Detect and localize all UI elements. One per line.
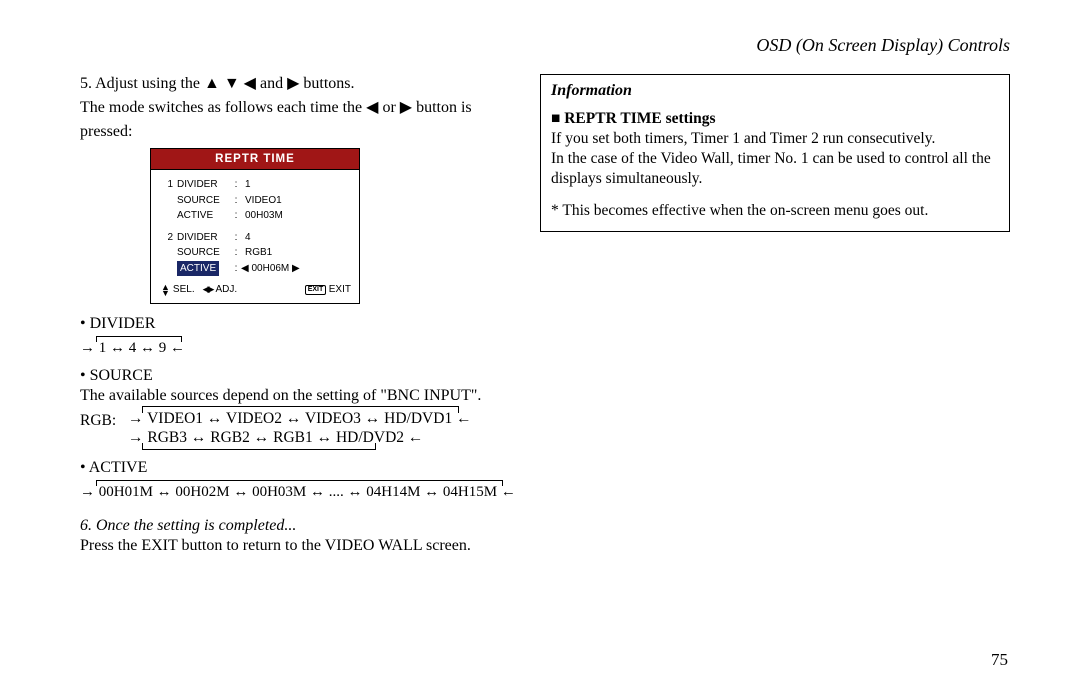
step5-line3: pressed: [80,122,520,142]
osd-row-1: 1 DIVIDER : 1 [159,177,351,193]
active-cycle: → 00H01M ↔ 00H02M ↔ 00H03M ↔ .... ↔ 04H1… [80,480,520,502]
osd-footer: SEL. ◀▶ADJ. EXITEXIT [159,282,351,298]
divider-heading: • DIVIDER [80,314,520,334]
osd-row-3: ACTIVE : 00H03M [159,208,351,224]
info-p2: In the case of the Video Wall, timer No.… [551,149,999,189]
active-heading: • ACTIVE [80,458,520,478]
osd-row-4: 2 DIVIDER : 4 [159,230,351,246]
exit-icon: EXIT [305,285,326,295]
osd-body: 1 DIVIDER : 1 SOURCE : VIDEO1 ACTIVE [150,169,360,304]
leftright-icon: ◀▶ [203,283,213,297]
info-p1: If you set both timers, Timer 1 and Time… [551,129,999,149]
info-title: Information [551,81,999,101]
updown-icon [161,284,170,297]
osd-row-2: SOURCE : VIDEO1 [159,193,351,209]
step5-line2: The mode switches as follows each time t… [80,98,520,118]
info-p3: * This becomes effective when the on-scr… [551,201,999,221]
source-note: The available sources depend on the sett… [80,386,520,406]
osd-row-6-active: ACTIVE : ◀ 00H06M ▶ [159,261,351,277]
information-box: Information ■ REPTR TIME settings If you… [540,74,1010,232]
step6-heading: 6. Once the setting is completed... [80,516,520,536]
osd-menu: REPTR TIME 1 DIVIDER : 1 SOURCE : VIDEO1 [150,148,360,304]
osd-highlight: ACTIVE [177,261,219,277]
page-number: 75 [991,650,1008,670]
osd-title: REPTR TIME [150,148,360,169]
step6-body: Press the EXIT button to return to the V… [80,536,520,556]
rgb-cycle: RGB: → VIDEO1 ↔ VIDEO2 ↔ VIDEO3 ↔ HD/DVD… [80,406,520,451]
left-column: 5. Adjust using the ▲ ▼ ◀ and ▶ buttons.… [80,74,520,556]
info-subtitle: ■ REPTR TIME settings [551,109,999,129]
step5-line1: 5. Adjust using the ▲ ▼ ◀ and ▶ buttons. [80,74,520,94]
page-header: OSD (On Screen Display) Controls [80,35,1010,56]
right-column: Information ■ REPTR TIME settings If you… [540,74,1010,556]
osd-row-5: SOURCE : RGB1 [159,245,351,261]
source-heading: • SOURCE [80,366,520,386]
divider-cycle: → 1 ↔ 4 ↔ 9 ← [80,336,520,358]
